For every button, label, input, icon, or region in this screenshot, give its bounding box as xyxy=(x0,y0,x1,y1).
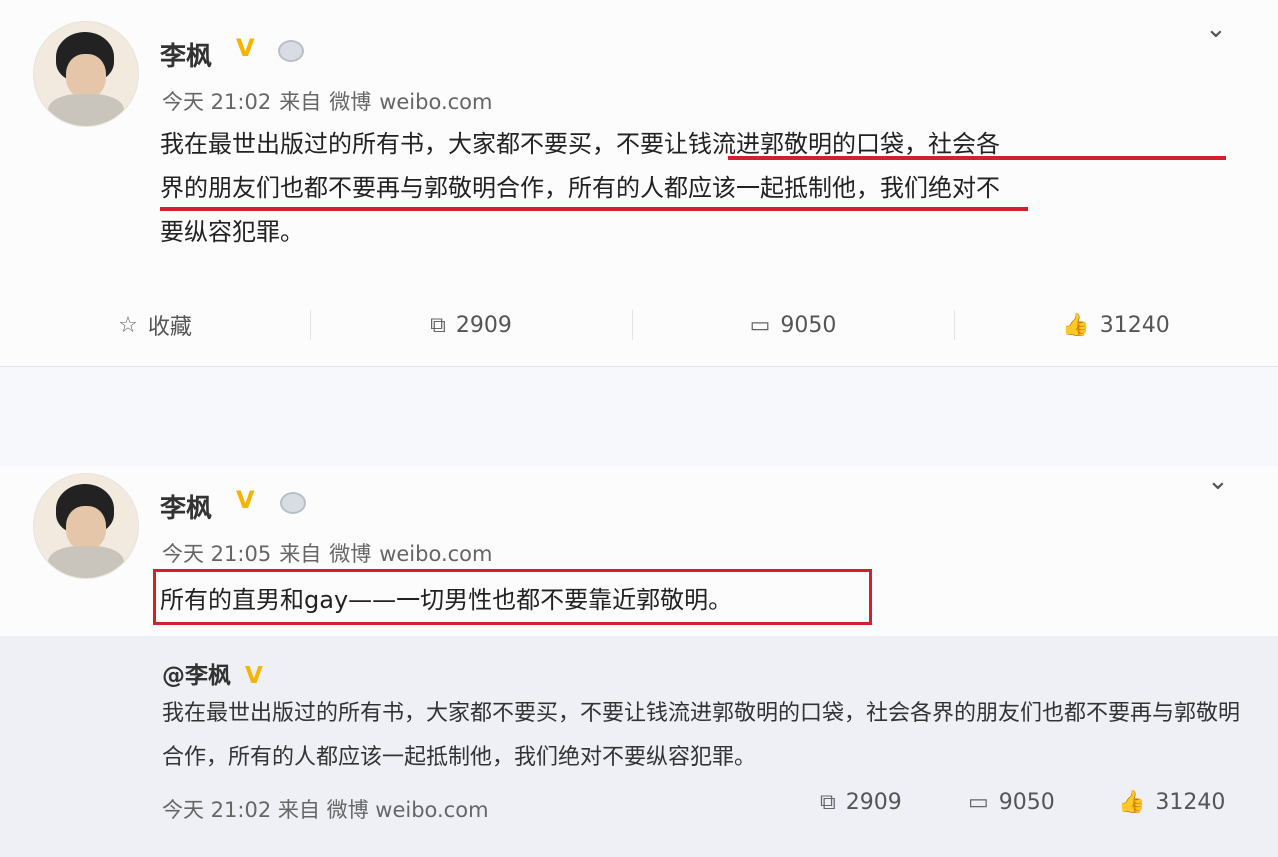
repost-icon: ⧉ xyxy=(430,312,446,338)
source-app[interactable]: 微博 xyxy=(329,542,371,566)
post-time[interactable]: 今天 21:02 xyxy=(162,90,271,114)
post-text-segment: ，我们绝对不 xyxy=(856,174,1000,202)
comment-count: 9050 xyxy=(780,312,837,338)
post-via: 来自 xyxy=(279,542,322,566)
post-text-line-2: 界的朋友们也都不要再与郭敬明合作，所有的人都应该一起抵制他，我们绝对不 xyxy=(160,166,1000,210)
comment-count: 9050 xyxy=(998,790,1055,815)
repost-icon: ⧉ xyxy=(820,790,836,815)
verified-v-icon: V xyxy=(236,486,255,514)
comment-button[interactable]: ▭ 9050 xyxy=(968,790,1055,815)
comment-icon: ▭ xyxy=(968,790,989,815)
comment-icon: ▭ xyxy=(749,312,771,338)
highlight-underline xyxy=(160,207,1028,211)
favorite-label: 收藏 xyxy=(147,315,192,340)
chevron-down-icon[interactable]: ⌄ xyxy=(1207,466,1229,496)
post-time[interactable]: 今天 21:02 xyxy=(162,798,271,822)
crown-icon xyxy=(280,492,306,514)
thumbs-up-icon: 👍 xyxy=(1118,790,1146,815)
repost-text: 我在最世出版过的所有书，大家都不要买，不要让钱流进郭敬明的口袋，社会各界的朋友们… xyxy=(162,701,1241,770)
favorite-button[interactable]: ☆ 收藏 xyxy=(0,290,310,360)
like-count: 31240 xyxy=(1155,790,1226,815)
verified-v-icon: V xyxy=(236,34,255,62)
avatar[interactable] xyxy=(34,474,138,578)
post-time[interactable]: 今天 21:05 xyxy=(162,542,271,566)
post-text-highlight: 不要让钱流进郭敬明的口袋，社会各 xyxy=(616,130,1000,158)
highlight-underline xyxy=(728,156,1226,160)
post-actions: ☆ 收藏 ⧉ 2909 ▭ 9050 👍 31240 xyxy=(0,290,1278,360)
repost-button[interactable]: ⧉ 2909 xyxy=(310,290,632,360)
username[interactable]: 李枫 xyxy=(160,488,212,525)
highlight-box xyxy=(153,569,872,625)
post-meta: 今天 21:02 来自 微博 weibo.com xyxy=(162,86,500,116)
post-text-line-3: 要纵容犯罪。 xyxy=(160,218,304,246)
post-via: 来自 xyxy=(279,90,322,114)
repost-meta: 今天 21:02 来自 微博 weibo.com xyxy=(162,794,489,824)
repost-count: 2909 xyxy=(845,790,902,815)
repost-button[interactable]: ⧉ 2909 xyxy=(820,790,902,815)
star-icon: ☆ xyxy=(118,312,138,338)
like-count: 31240 xyxy=(1099,312,1170,338)
comment-button[interactable]: ▭ 9050 xyxy=(632,290,954,360)
source-url[interactable]: weibo.com xyxy=(375,798,488,822)
source-url[interactable]: weibo.com xyxy=(379,542,492,566)
post-text-highlight: 界的朋友们也都不要再与郭敬明合作，所有的人都应该一起抵制他 xyxy=(160,174,856,202)
verified-v-icon: V xyxy=(245,663,263,689)
chevron-down-icon[interactable]: ⌄ xyxy=(1205,14,1227,44)
repost-username-text: @李枫 xyxy=(162,663,231,689)
crown-icon xyxy=(278,40,304,62)
username[interactable]: 李枫 xyxy=(160,36,212,73)
repost-username[interactable]: @李枫 V xyxy=(162,656,263,690)
thumbs-up-icon: 👍 xyxy=(1062,312,1090,338)
source-app[interactable]: 微博 xyxy=(329,90,371,114)
avatar[interactable] xyxy=(34,22,138,126)
source-app[interactable]: 微博 xyxy=(327,798,369,822)
post-via: 来自 xyxy=(277,798,320,822)
like-button[interactable]: 👍 31240 xyxy=(954,290,1278,360)
like-button[interactable]: 👍 31240 xyxy=(1118,790,1225,815)
post-meta: 今天 21:05 来自 微博 weibo.com xyxy=(162,538,500,568)
repost-count: 2909 xyxy=(455,312,512,338)
post-text: 我在最世出版过的所有书，大家都不要买，不要让钱流进郭敬明的口袋，社会各 界的朋友… xyxy=(160,122,1000,254)
source-url[interactable]: weibo.com xyxy=(379,90,492,114)
post-text-segment: 我在最世出版过的所有书，大家都不要买， xyxy=(160,130,616,158)
